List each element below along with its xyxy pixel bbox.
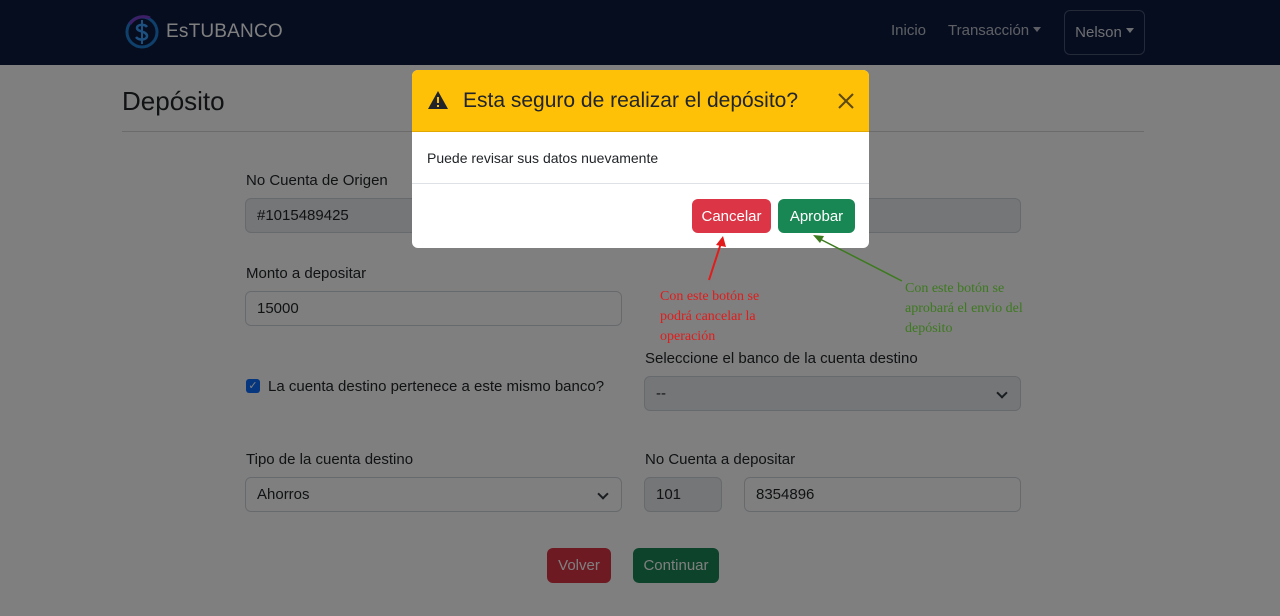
modal-header: Esta seguro de realizar el depósito?: [412, 70, 869, 132]
cancel-annotation: Con este botón se podrá cancelar la oper…: [660, 289, 760, 344]
cancel-button-label: Cancelar: [701, 207, 762, 225]
approve-annotation: Con este botón se aprobará el envio del …: [905, 281, 1023, 336]
modal-body-text: Puede revisar sus datos nuevamente: [427, 150, 659, 166]
confirm-deposit-modal: Esta seguro de realizar el depósito? Pue…: [412, 70, 869, 248]
approve-button-label: Aprobar: [789, 207, 844, 225]
modal-footer-divider: [412, 183, 869, 184]
cancel-button[interactable]: Cancelar: [692, 199, 771, 233]
approve-button[interactable]: Aprobar: [778, 199, 855, 233]
warning-icon: [428, 91, 448, 109]
modal-title: Esta seguro de realizar el depósito?: [463, 89, 799, 112]
close-icon[interactable]: [836, 91, 856, 111]
